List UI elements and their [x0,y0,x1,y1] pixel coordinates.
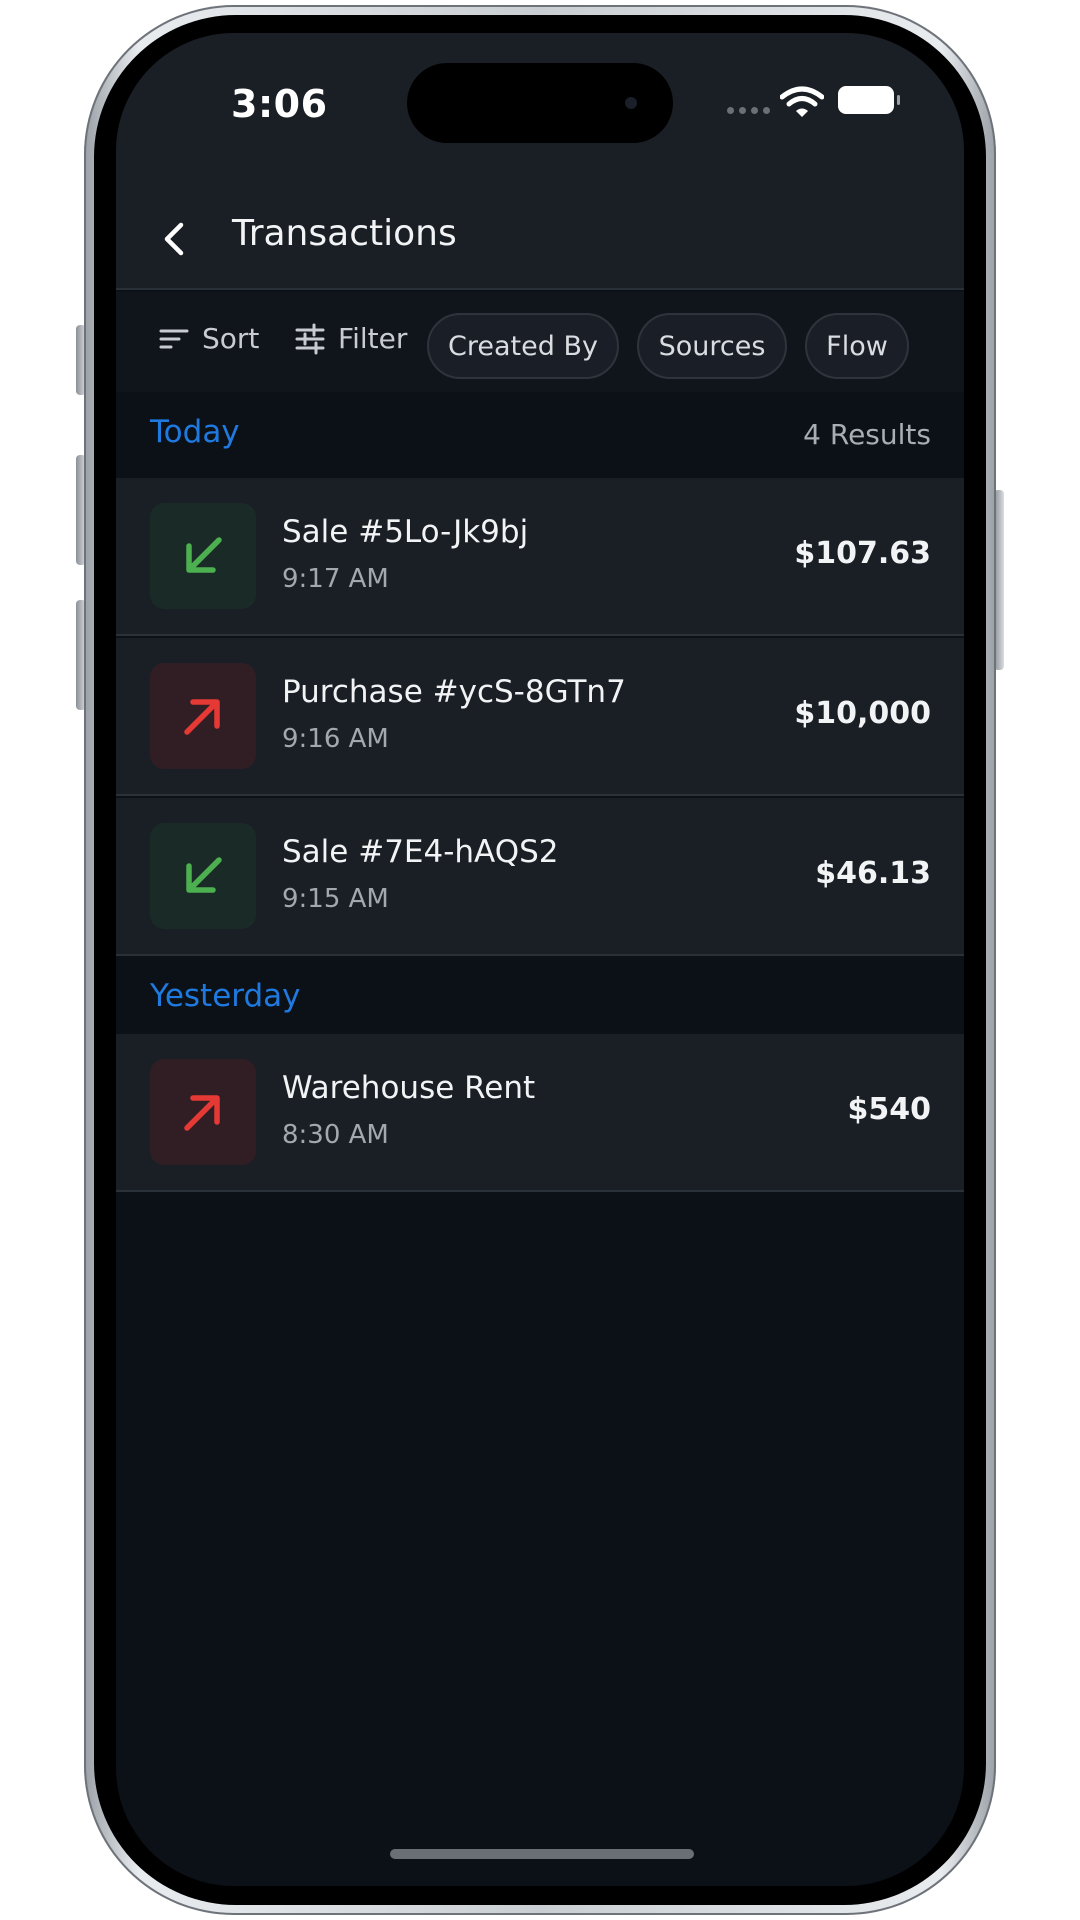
section-label: Today [150,414,240,450]
incoming-tile [150,823,256,929]
sort-icon [159,329,189,348]
transaction-time: 9:16 AM [282,724,389,754]
section-label: Yesterday [150,978,301,1014]
arrow-down-left-icon [186,857,222,893]
transaction-row[interactable]: Warehouse Rent 8:30 AM $540 [116,1034,964,1192]
chip-flow[interactable]: Flow [805,313,909,379]
arrow-up-right-icon [184,1095,220,1131]
filter-label: Filter [338,322,408,355]
arrow-up-right-icon [184,699,220,735]
incoming-tile [150,503,256,609]
transaction-row[interactable]: Sale #7E4-hAQS2 9:15 AM $46.13 [116,798,964,956]
wifi-icon [780,86,824,117]
camera-icon [625,97,637,109]
outgoing-tile [150,663,256,769]
results-count: 4 Results [803,418,931,451]
arrow-down-left-icon [186,537,222,573]
app-screen: 3:06 Transactions Sort Filter Created By… [116,33,964,1886]
sort-label: Sort [202,322,260,355]
status-time: 3:06 [231,82,328,126]
chevron-left-icon[interactable] [154,217,198,261]
page-title: Transactions [232,213,457,254]
sort-button[interactable]: Sort [158,322,259,355]
chip-created-by[interactable]: Created By [427,313,619,379]
filter-toolbar: Sort Filter Created By Sources Flow [116,292,964,392]
navigation-header: Transactions [116,193,964,290]
section-header-today: Today 4 Results [116,392,964,478]
transaction-amount: $10,000 [794,696,931,731]
battery-icon [838,86,900,114]
filter-button[interactable]: Filter [294,322,407,355]
outgoing-tile [150,1059,256,1165]
transaction-title: Sale #7E4-hAQS2 [282,834,559,870]
transaction-time: 9:15 AM [282,884,389,914]
transaction-time: 9:17 AM [282,564,389,594]
transaction-title: Purchase #ycS-8GTn7 [282,674,626,710]
status-bar: 3:06 [116,33,964,193]
chip-sources[interactable]: Sources [637,313,787,379]
sliders-icon [295,323,325,354]
transaction-time: 8:30 AM [282,1120,389,1150]
home-indicator[interactable] [390,1849,694,1859]
transaction-row[interactable]: Sale #5Lo-Jk9bj 9:17 AM $107.63 [116,478,964,636]
transaction-title: Sale #5Lo-Jk9bj [282,514,529,550]
transaction-amount: $107.63 [794,536,931,571]
cellular-signal-icon [727,107,770,114]
transaction-title: Warehouse Rent [282,1070,536,1106]
transaction-amount: $540 [847,1092,932,1127]
transaction-row[interactable]: Purchase #ycS-8GTn7 9:16 AM $10,000 [116,638,964,796]
section-header-yesterday: Yesterday [116,958,964,1034]
dynamic-island [407,63,673,143]
transaction-amount: $46.13 [815,856,931,891]
